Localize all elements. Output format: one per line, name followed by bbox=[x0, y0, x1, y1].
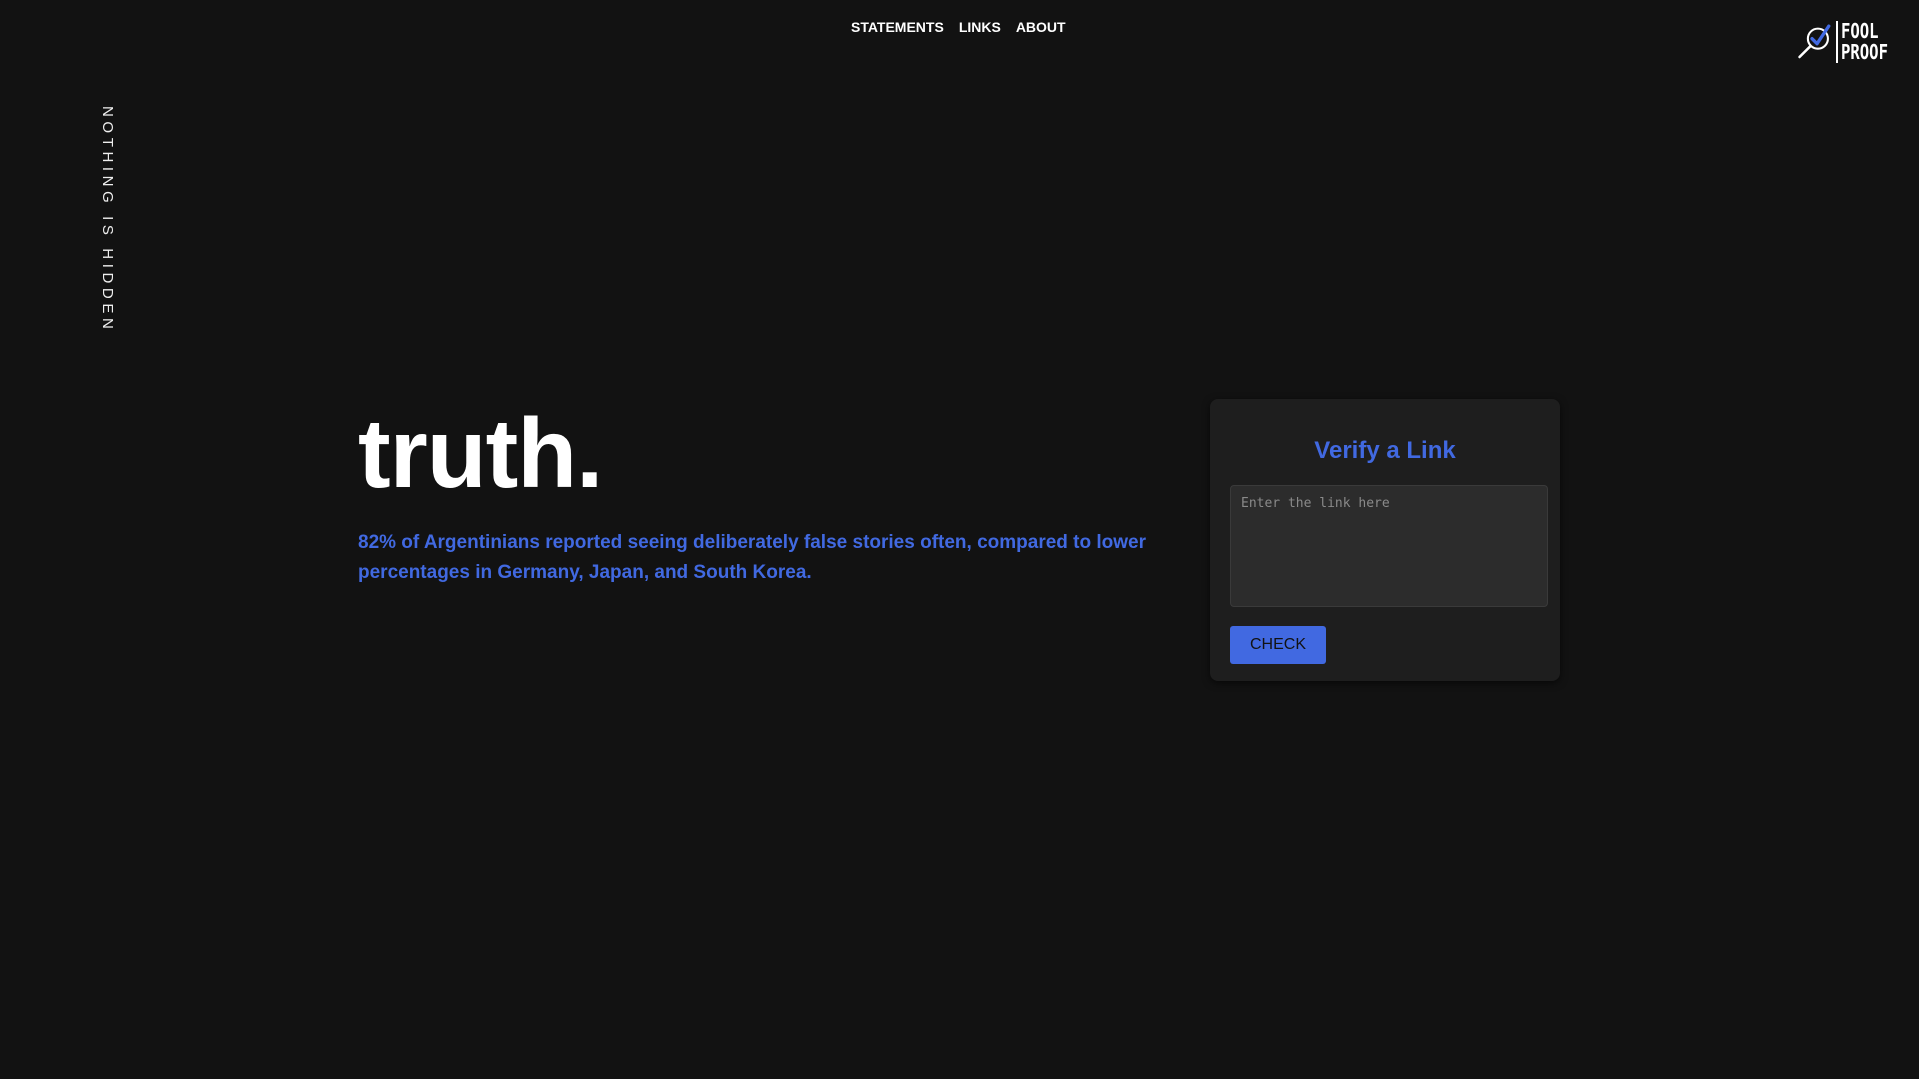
nav-link-statements[interactable]: STATEMENTS bbox=[851, 19, 944, 35]
hero-section: truth. 82% of Argentinians reported seei… bbox=[358, 398, 1158, 588]
magnifier-check-icon bbox=[1798, 24, 1831, 59]
hero-fact: 82% of Argentinians reported seeing deli… bbox=[358, 532, 1146, 583]
link-input[interactable] bbox=[1230, 485, 1548, 607]
hero-title: truth. bbox=[358, 398, 603, 508]
vertical-tagline: NOTHING IS HIDDEN bbox=[99, 106, 116, 334]
top-navigation: STATEMENTS LINKS ABOUT bbox=[851, 19, 1066, 35]
check-button[interactable]: CHECK bbox=[1230, 626, 1326, 664]
verify-title: Verify a Link bbox=[1314, 437, 1456, 464]
verify-link-card: Verify a Link CHECK bbox=[1210, 399, 1560, 681]
logo-line-2: PROOF bbox=[1840, 40, 1888, 64]
foolproof-logo[interactable]: FOOL PROOF bbox=[1797, 18, 1901, 66]
logo-line-1: FOOL bbox=[1840, 19, 1879, 43]
nav-link-links[interactable]: LINKS bbox=[959, 19, 1001, 35]
nav-link-about[interactable]: ABOUT bbox=[1016, 19, 1066, 35]
logo-wordmark: FOOL PROOF bbox=[1835, 19, 1901, 64]
